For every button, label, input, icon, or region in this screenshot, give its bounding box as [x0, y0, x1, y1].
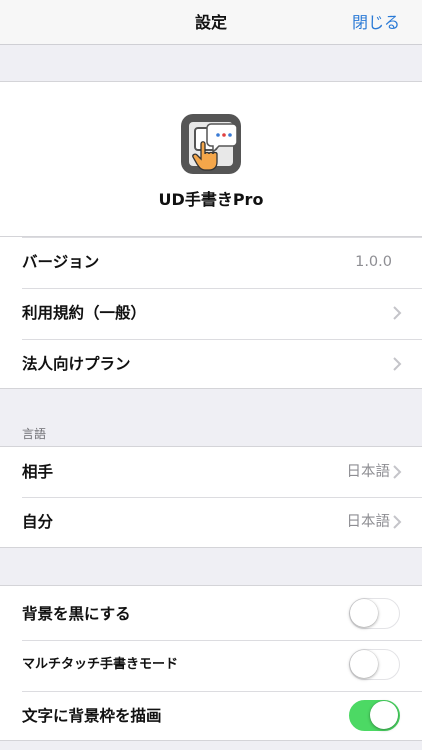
self-language-row[interactable]: 自分 日本語: [0, 497, 422, 547]
app-info-header: UD手書きPro: [0, 81, 422, 237]
text-background-frame-toggle[interactable]: [349, 700, 400, 731]
toggle-knob: [350, 599, 378, 627]
toggle-knob: [370, 701, 398, 729]
version-row: バージョン 1.0.0: [0, 237, 422, 287]
multitouch-mode-label: マルチタッチ手書きモード: [22, 657, 179, 672]
toggle-knob: [350, 650, 378, 678]
app-name: UD手書きPro: [158, 190, 264, 209]
version-label: バージョン: [22, 253, 100, 271]
text-background-frame-row: 文字に背景枠を描画: [0, 691, 422, 741]
business-plan-row[interactable]: 法人向けプラン: [0, 339, 422, 389]
black-background-toggle[interactable]: [349, 598, 400, 629]
multitouch-mode-toggle[interactable]: [349, 649, 400, 680]
language-section: 相手 日本語 自分 日本語: [0, 446, 422, 548]
display-options-section: 背景を黒にする マルチタッチ手書きモード 文字に背景枠を描画: [0, 585, 422, 741]
chevron-right-icon: [393, 465, 402, 479]
navigation-bar: 設定 閉じる: [0, 0, 422, 45]
close-button[interactable]: 閉じる: [352, 0, 400, 45]
multitouch-mode-row: マルチタッチ手書きモード: [0, 640, 422, 690]
version-value: 1.0.0: [355, 254, 392, 270]
chevron-right-icon: [393, 515, 402, 529]
self-language-value: 日本語: [346, 514, 391, 530]
terms-label: 利用規約（一般）: [22, 304, 147, 322]
info-section: バージョン 1.0.0 利用規約（一般） 法人向けプラン: [0, 236, 422, 389]
partner-language-row[interactable]: 相手 日本語: [0, 447, 422, 497]
black-background-label: 背景を黒にする: [22, 605, 131, 623]
chevron-right-icon: [393, 306, 402, 320]
terms-row[interactable]: 利用規約（一般）: [0, 288, 422, 338]
self-language-label: 自分: [22, 513, 54, 531]
handwriting-app-icon: [181, 114, 241, 174]
business-plan-label: 法人向けプラン: [22, 355, 131, 373]
partner-language-label: 相手: [22, 463, 54, 481]
text-background-frame-label: 文字に背景枠を描画: [22, 707, 162, 725]
chevron-right-icon: [393, 357, 402, 371]
language-section-header: 言語: [22, 427, 47, 441]
black-background-row: 背景を黒にする: [0, 589, 422, 639]
partner-language-value: 日本語: [346, 464, 391, 480]
